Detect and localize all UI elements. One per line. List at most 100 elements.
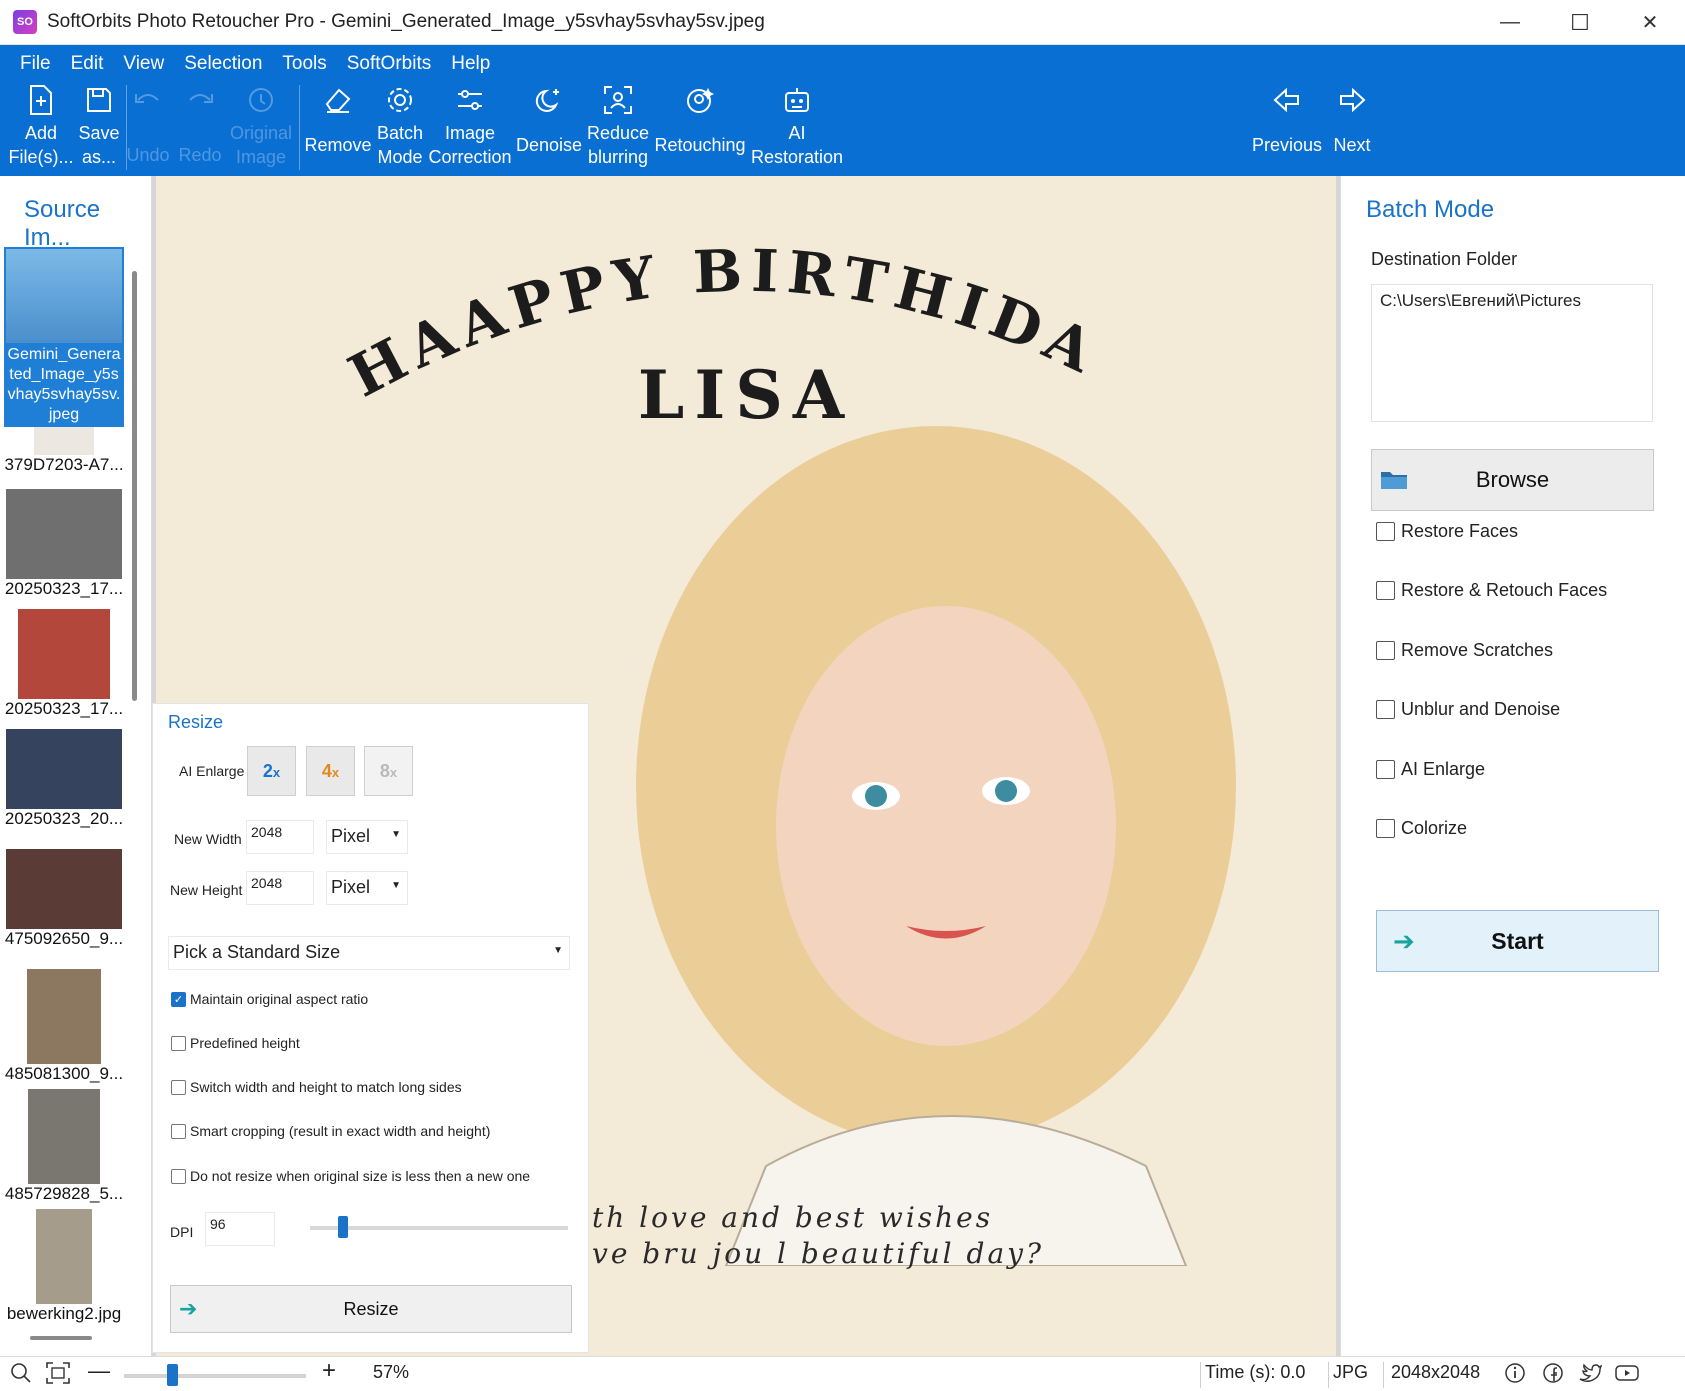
retouching-button[interactable]: Retouching xyxy=(654,83,746,157)
restore-faces-checkbox[interactable]: Restore Faces xyxy=(1376,521,1518,542)
source-thumb[interactable]: 485081300_9... xyxy=(4,969,124,1084)
new-height-label: New Height xyxy=(170,882,243,898)
image-dimensions: 2048x2048 xyxy=(1391,1362,1481,1382)
checkbox xyxy=(1376,700,1395,719)
standard-size-select[interactable]: Pick a Standard Size ▼ xyxy=(168,936,570,970)
dpi-input[interactable]: 96 xyxy=(205,1212,275,1246)
checkbox xyxy=(171,1168,186,1184)
new-width-input[interactable]: 2048 xyxy=(246,820,314,854)
browse-button[interactable]: Browse xyxy=(1371,449,1654,511)
chevron-down-icon: ▼ xyxy=(391,829,401,840)
dpi-slider-thumb[interactable] xyxy=(338,1216,348,1238)
next-button[interactable]: Next xyxy=(1329,83,1375,157)
focus-icon xyxy=(601,83,635,117)
enlarge-8x-button[interactable]: 8x xyxy=(364,746,413,796)
zoom-slider-thumb[interactable] xyxy=(167,1364,178,1386)
switch-width-height-checkbox[interactable]: Switch width and height to match long si… xyxy=(171,1079,462,1095)
resize-button[interactable]: ➔ Resize xyxy=(170,1285,572,1333)
height-unit-select[interactable]: Pixel ▼ xyxy=(326,871,408,905)
undo-button[interactable]: Undo xyxy=(126,83,170,167)
status-divider xyxy=(1200,1362,1201,1388)
new-width-label: New Width xyxy=(174,831,242,847)
width-unit-select[interactable]: Pixel ▼ xyxy=(326,820,408,854)
maximize-button[interactable]: ☐ xyxy=(1545,0,1615,45)
info-icon[interactable] xyxy=(1504,1362,1526,1389)
ai-enlarge-checkbox[interactable]: AI Enlarge xyxy=(1376,759,1485,780)
checkbox xyxy=(1376,760,1395,779)
checkbox xyxy=(1376,819,1395,838)
facebook-icon[interactable] xyxy=(1542,1362,1564,1389)
source-thumb[interactable]: 475092650_9... xyxy=(4,849,124,949)
resize-title: Resize xyxy=(168,712,224,732)
youtube-icon[interactable] xyxy=(1615,1362,1639,1389)
thumbnail-image xyxy=(28,1089,100,1184)
thumbnail-horizontal-scrollbar[interactable] xyxy=(30,1336,92,1340)
menu-view[interactable]: View xyxy=(113,50,174,78)
zoom-fit-icon[interactable] xyxy=(10,1362,32,1389)
menu-file[interactable]: File xyxy=(10,50,61,78)
eraser-icon xyxy=(321,83,355,117)
batch-mode-title: Batch Mode xyxy=(1366,196,1495,223)
ai-restoration-button[interactable]: AI Restoration xyxy=(750,83,844,169)
menu-bar: File Edit View Selection Tools SoftOrbit… xyxy=(10,50,500,78)
smart-cropping-checkbox[interactable]: Smart cropping (result in exact width an… xyxy=(171,1123,490,1139)
enlarge-2x-button[interactable]: 2x xyxy=(247,746,296,796)
new-height-input[interactable]: 2048 xyxy=(246,871,314,905)
source-thumb[interactable]: 20250323_17... xyxy=(4,489,124,599)
unblur-denoise-checkbox[interactable]: Unblur and Denoise xyxy=(1376,699,1560,720)
maintain-aspect-ratio-checkbox[interactable]: ✓ Maintain original aspect ratio xyxy=(171,991,368,1007)
batch-mode-button[interactable]: Batch Mode xyxy=(375,83,425,169)
twitter-icon[interactable] xyxy=(1578,1362,1603,1389)
checkbox xyxy=(1376,641,1395,660)
original-image-button[interactable]: Original Image xyxy=(226,83,296,169)
minimize-button[interactable]: — xyxy=(1475,0,1545,45)
source-thumb[interactable]: 379D7203-A7... xyxy=(4,427,124,475)
resize-panel: Resize AI Enlarge 2x 4x 8x New Width 204… xyxy=(152,703,589,1353)
remove-button[interactable]: Remove xyxy=(303,83,373,157)
menu-softorbits[interactable]: SoftOrbits xyxy=(337,50,441,78)
menu-tools[interactable]: Tools xyxy=(272,50,336,78)
remove-scratches-checkbox[interactable]: Remove Scratches xyxy=(1376,640,1553,661)
denoise-button[interactable]: Denoise xyxy=(516,83,582,157)
reduce-blurring-button[interactable]: Reduce blurring xyxy=(586,83,650,169)
save-as-button[interactable]: Save as... xyxy=(74,83,124,169)
ai-enlarge-label: AI Enlarge xyxy=(179,763,245,779)
destination-folder-input[interactable]: C:\Users\Евгений\Pictures xyxy=(1371,284,1653,422)
add-files-button[interactable]: Add File(s)... xyxy=(9,83,74,169)
dpi-slider-track[interactable] xyxy=(310,1226,568,1230)
colorize-checkbox[interactable]: Colorize xyxy=(1376,818,1467,839)
app-icon: SO xyxy=(13,10,37,34)
sliders-icon xyxy=(453,83,487,117)
gear-icon xyxy=(383,83,417,117)
source-thumb-selected[interactable]: Gemini_Generated_Image_y5svhay5svhay5sv.… xyxy=(4,247,124,427)
source-thumb[interactable]: 485729828_5... xyxy=(4,1089,124,1204)
source-thumb[interactable]: bewerking2.jpg xyxy=(4,1209,124,1324)
batch-mode-panel: Batch Mode Destination Folder C:\Users\Е… xyxy=(1340,176,1685,1356)
source-thumb[interactable]: 20250323_17... xyxy=(4,609,124,719)
redo-icon xyxy=(183,83,217,117)
start-button[interactable]: ➔ Start xyxy=(1376,910,1659,972)
redo-button[interactable]: Redo xyxy=(178,83,222,167)
source-thumb[interactable]: 20250323_20... xyxy=(4,729,124,829)
do-not-resize-checkbox[interactable]: Do not resize when original size is less… xyxy=(171,1168,530,1184)
image-correction-button[interactable]: Image Correction xyxy=(428,83,512,169)
zoom-in-icon[interactable]: + xyxy=(322,1357,336,1385)
thumbnail-image xyxy=(6,249,122,343)
destination-folder-label: Destination Folder xyxy=(1371,249,1518,269)
face-retouch-icon xyxy=(683,83,717,117)
enlarge-4x-button[interactable]: 4x xyxy=(306,746,355,796)
fit-to-window-icon[interactable] xyxy=(46,1362,70,1389)
zoom-slider-track[interactable] xyxy=(124,1374,306,1378)
predefined-height-checkbox[interactable]: Predefined height xyxy=(171,1035,300,1051)
zoom-level: 57% xyxy=(373,1362,410,1382)
menu-selection[interactable]: Selection xyxy=(174,50,272,78)
robot-icon xyxy=(780,83,814,117)
restore-retouch-faces-checkbox[interactable]: Restore & Retouch Faces xyxy=(1376,580,1607,601)
checkbox xyxy=(171,1035,186,1051)
previous-button[interactable]: Previous xyxy=(1252,83,1322,157)
thumbnail-scrollbar[interactable] xyxy=(132,271,137,701)
menu-help[interactable]: Help xyxy=(441,50,500,78)
close-button[interactable]: ✕ xyxy=(1615,0,1685,45)
zoom-out-icon[interactable]: — xyxy=(88,1358,110,1384)
menu-edit[interactable]: Edit xyxy=(61,50,114,78)
